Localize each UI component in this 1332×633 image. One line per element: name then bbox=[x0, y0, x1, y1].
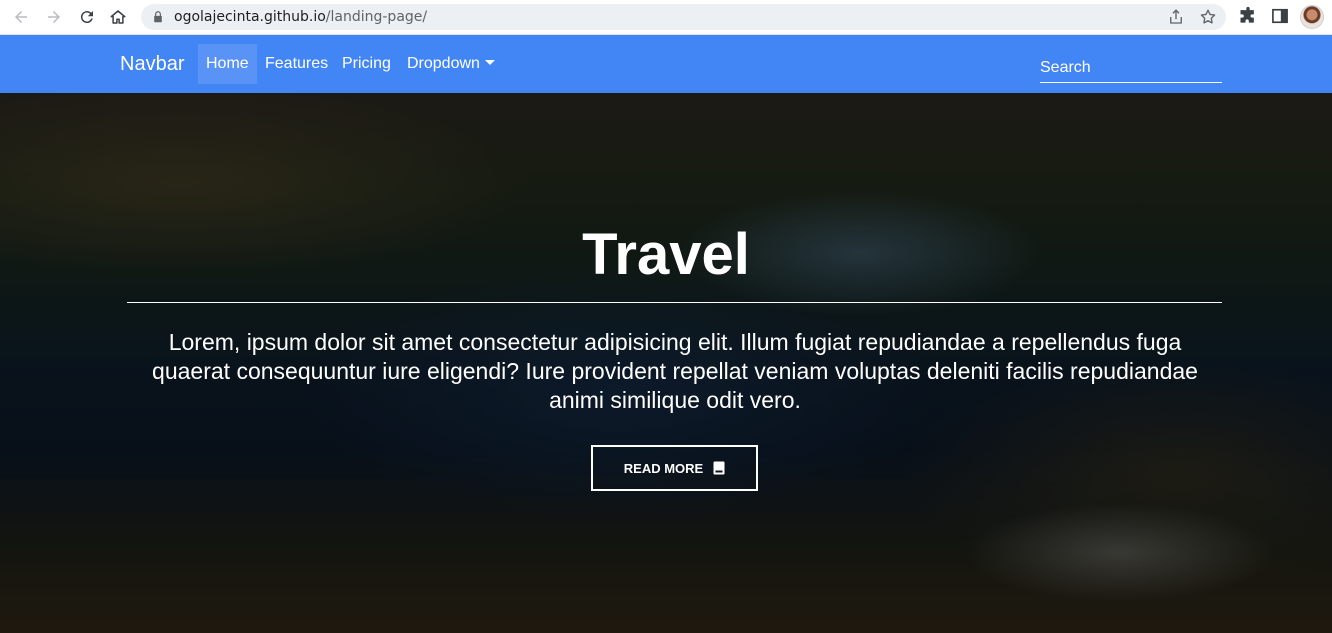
back-button[interactable] bbox=[9, 5, 33, 29]
navbar-brand[interactable]: Navbar bbox=[120, 53, 184, 76]
nav-dropdown-label: Dropdown bbox=[407, 55, 480, 72]
nav-link-features[interactable]: Features bbox=[257, 44, 336, 84]
side-panel-icon[interactable] bbox=[1270, 6, 1290, 26]
reload-icon bbox=[80, 11, 93, 24]
read-more-label: READ MORE bbox=[623, 460, 704, 476]
hero-text: Lorem, ipsum dolor sit amet consectetur … bbox=[152, 329, 1198, 413]
profile-avatar[interactable] bbox=[1300, 5, 1324, 29]
search-input[interactable] bbox=[1040, 53, 1222, 83]
address-bar[interactable]: ogolajecinta.github.io/landing-page/ bbox=[141, 4, 1226, 30]
book-icon bbox=[713, 461, 725, 475]
extensions-puzzle-icon[interactable] bbox=[1238, 6, 1258, 26]
hero-divider bbox=[127, 302, 1222, 303]
url-path: /landing-page/ bbox=[325, 9, 428, 25]
home-button[interactable] bbox=[106, 5, 130, 29]
share-icon[interactable] bbox=[1167, 8, 1185, 26]
hero-title: Travel bbox=[582, 222, 750, 287]
browser-toolbar: ogolajecinta.github.io/landing-page/ bbox=[0, 0, 1332, 35]
caret-down-icon bbox=[484, 60, 495, 65]
reload-button[interactable] bbox=[75, 5, 99, 29]
nav-link-pricing[interactable]: Pricing bbox=[334, 44, 399, 84]
url-host: ogolajecinta.github.io bbox=[174, 9, 326, 25]
nav-link-home[interactable]: Home bbox=[198, 44, 257, 84]
forward-button[interactable] bbox=[42, 5, 66, 29]
url-text: ogolajecinta.github.io/landing-page/ bbox=[174, 9, 427, 25]
back-arrow-icon bbox=[15, 11, 27, 23]
home-icon bbox=[110, 10, 126, 24]
nav-dropdown-toggle[interactable]: Dropdown bbox=[399, 44, 503, 84]
hero-section: Travel Lorem, ipsum dolor sit amet conse… bbox=[0, 93, 1332, 633]
forward-arrow-icon bbox=[48, 11, 60, 23]
read-more-button[interactable]: READ MORE bbox=[591, 445, 758, 491]
bookmark-star-icon[interactable] bbox=[1199, 8, 1217, 26]
site-navbar: Navbar Home Features Pricing Dropdown bbox=[0, 35, 1332, 93]
lock-icon bbox=[154, 11, 162, 23]
